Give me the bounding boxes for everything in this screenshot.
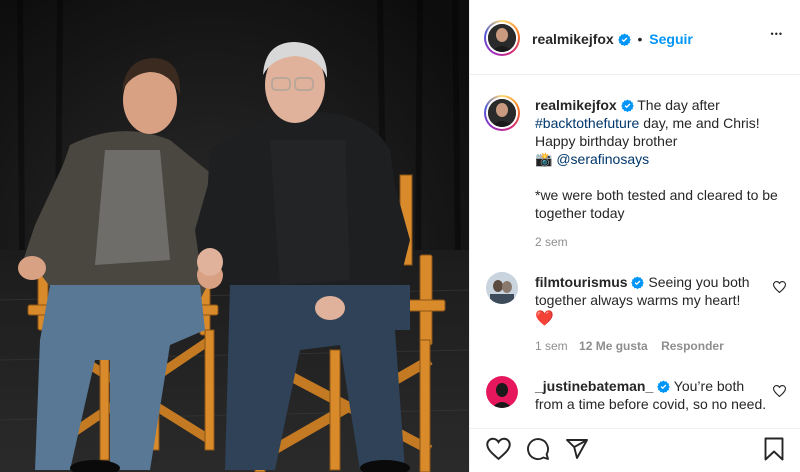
mention-link[interactable]: @serafinosays: [556, 151, 649, 167]
camera-emoji: 📸: [535, 151, 553, 167]
comment-username[interactable]: filmtourismus: [535, 274, 628, 290]
post-caption: realmikejfox The day after #backtothefut…: [535, 96, 785, 222]
post-side-panel: realmikejfox • Seguir ••• realmikejfox T…: [469, 0, 800, 472]
commenter-avatar[interactable]: [486, 376, 518, 408]
heart-icon[interactable]: [486, 437, 511, 461]
paper-plane-icon[interactable]: [565, 437, 589, 461]
caption-time[interactable]: 2 sem: [535, 235, 568, 249]
verified-badge-icon: [617, 33, 631, 46]
like-comment-heart-icon[interactable]: [773, 385, 786, 397]
author-username[interactable]: realmikejfox: [532, 31, 614, 47]
like-comment-heart-icon[interactable]: [773, 281, 786, 293]
comment-icon[interactable]: [526, 437, 550, 461]
verified-badge-icon: [620, 99, 634, 112]
comment-time[interactable]: 1 sem: [535, 339, 568, 353]
instagram-post: realmikejfox • Seguir ••• realmikejfox T…: [0, 0, 800, 472]
comment-item: _justinebateman_ You’re both from a time…: [535, 377, 767, 413]
heart-emoji: ❤️: [535, 310, 554, 327]
photo-illustration: [0, 0, 469, 472]
follow-separator: •: [637, 31, 643, 47]
verified-badge-icon: [631, 276, 645, 289]
comment-meta: 1 sem 12 Me gusta Responder: [535, 339, 724, 353]
caption-text-1: The day after: [637, 97, 720, 113]
comment-item: filmtourismus Seeing you both together a…: [535, 273, 767, 328]
reply-button[interactable]: Responder: [661, 339, 724, 353]
verified-badge-icon: [657, 380, 670, 393]
more-options-icon[interactable]: •••: [771, 29, 783, 39]
post-header: realmikejfox • Seguir •••: [470, 0, 800, 75]
header-user-line: realmikejfox • Seguir: [532, 31, 693, 47]
caption-avatar[interactable]: [484, 95, 520, 131]
follow-button[interactable]: Seguir: [649, 31, 693, 47]
caption-username[interactable]: realmikejfox: [535, 97, 617, 113]
hashtag-link[interactable]: #backtothefuture: [535, 115, 639, 131]
post-action-bar: [470, 428, 800, 472]
caption-text-3: *we were both tested and cleared to be t…: [535, 187, 778, 221]
comment-username[interactable]: _justinebateman_: [535, 378, 653, 394]
comment-likes[interactable]: 12 Me gusta: [579, 339, 648, 353]
post-photo[interactable]: [0, 0, 469, 472]
author-avatar[interactable]: [484, 20, 520, 56]
commenter-avatar[interactable]: [486, 272, 518, 304]
bookmark-icon[interactable]: [763, 437, 785, 461]
